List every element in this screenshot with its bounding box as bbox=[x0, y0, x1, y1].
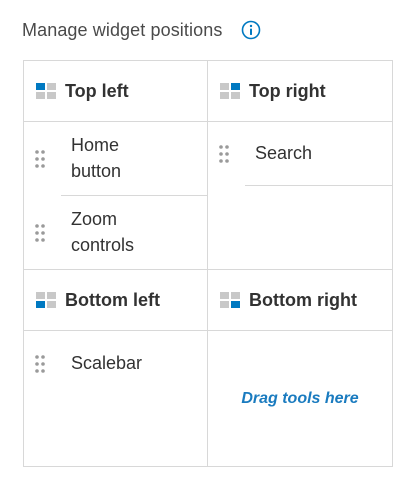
quadrant-header-top-left: Top left bbox=[24, 61, 207, 122]
position-top-left-icon bbox=[36, 83, 56, 99]
quadrant-top-right[interactable]: Top right Search bbox=[208, 61, 392, 270]
position-bottom-left-icon bbox=[36, 292, 56, 308]
drag-handle-icon[interactable] bbox=[218, 144, 230, 164]
info-icon[interactable] bbox=[239, 18, 263, 42]
widget-item-search[interactable]: Search bbox=[208, 122, 392, 196]
quadrant-top-left[interactable]: Top left Home button Zoom controls bbox=[24, 61, 208, 270]
widget-label: Search bbox=[255, 143, 313, 163]
panel-title: Manage widget positions bbox=[22, 19, 223, 40]
position-top-right-icon bbox=[220, 83, 240, 99]
widget-item-zoom-controls[interactable]: Zoom controls bbox=[24, 196, 207, 270]
drag-handle-icon[interactable] bbox=[34, 149, 46, 169]
quadrant-title: Top right bbox=[249, 80, 326, 101]
quadrant-bottom-left[interactable]: Bottom left Scalebar bbox=[24, 270, 208, 466]
widget-item-home-button[interactable]: Home button bbox=[24, 122, 207, 196]
quadrant-title: Top left bbox=[65, 80, 129, 101]
panel-header: Manage widget positions bbox=[22, 17, 263, 43]
drag-handle-icon[interactable] bbox=[34, 354, 46, 374]
drop-zone[interactable]: Drag tools here bbox=[208, 331, 392, 466]
quadrant-bottom-right[interactable]: Bottom right Drag tools here bbox=[208, 270, 392, 466]
widget-label: Home button bbox=[71, 135, 122, 181]
quadrant-header-bottom-left: Bottom left bbox=[24, 270, 207, 331]
quadrant-header-bottom-right: Bottom right bbox=[208, 270, 392, 331]
widget-label: Scalebar bbox=[71, 353, 143, 373]
widget-label: Zoom controls bbox=[71, 209, 135, 255]
quadrant-title: Bottom right bbox=[249, 289, 357, 310]
drop-zone-hint: Drag tools here bbox=[241, 389, 359, 407]
position-bottom-right-icon bbox=[220, 292, 240, 308]
drag-handle-icon[interactable] bbox=[34, 223, 46, 243]
quadrant-header-top-right: Top right bbox=[208, 61, 392, 122]
widget-item-scalebar[interactable]: Scalebar bbox=[24, 331, 207, 397]
widget-position-grid: Top left Home button Zoom controls Top r… bbox=[23, 60, 393, 467]
quadrant-title: Bottom left bbox=[65, 289, 160, 310]
